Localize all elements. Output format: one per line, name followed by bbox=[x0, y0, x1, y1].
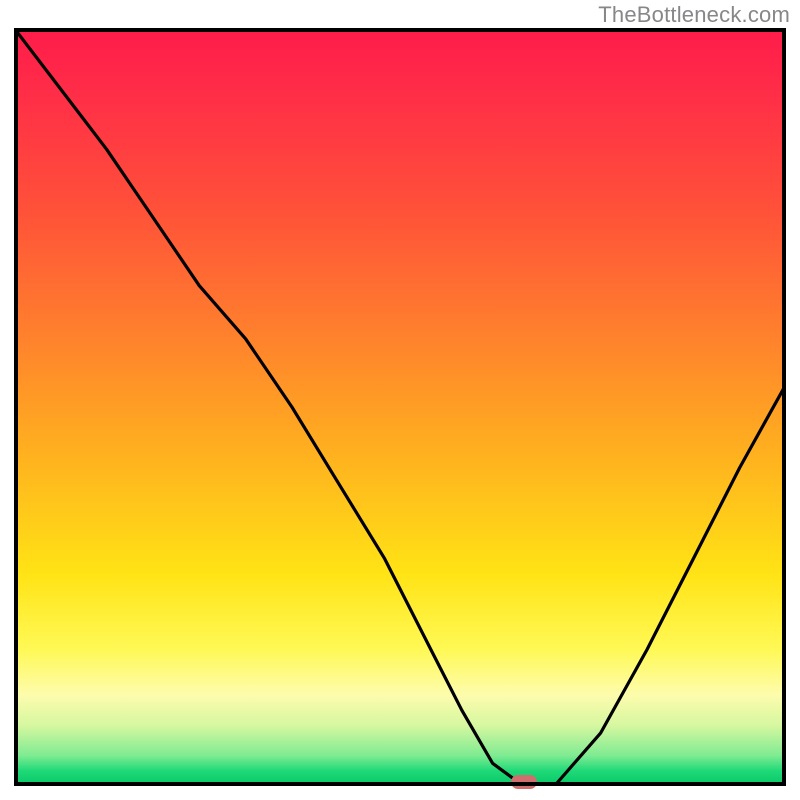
optimum-marker bbox=[511, 775, 537, 789]
watermark-text: TheBottleneck.com bbox=[598, 2, 790, 28]
chart-container: TheBottleneck.com bbox=[0, 0, 800, 800]
plot-gradient-background bbox=[14, 28, 786, 786]
